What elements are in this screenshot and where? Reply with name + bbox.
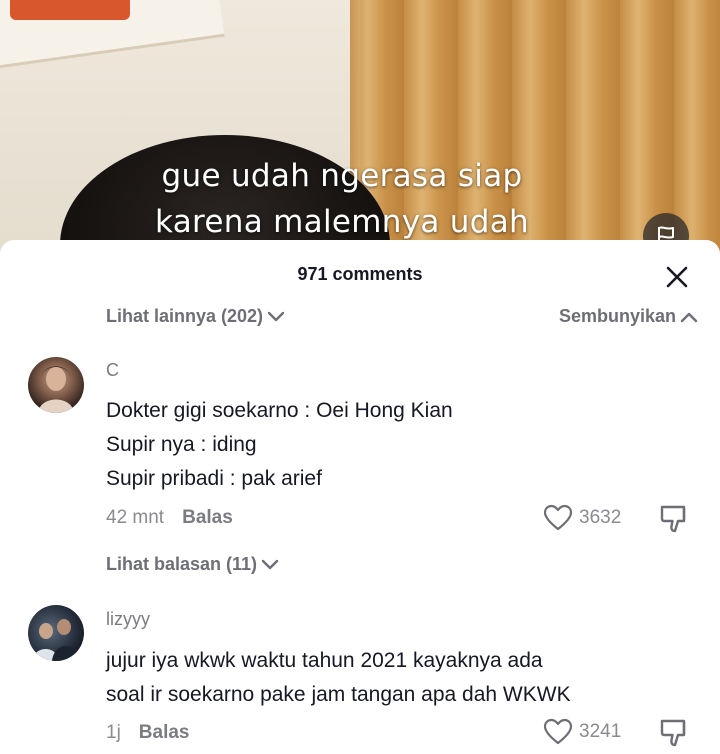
view-replies-link[interactable]: Lihat balasan (11) <box>106 554 279 575</box>
video-banner-red <box>10 0 130 20</box>
avatar[interactable] <box>28 357 84 413</box>
reply-button[interactable]: Balas <box>139 722 190 744</box>
avatar-image <box>32 619 80 661</box>
thumbs-down-icon <box>660 505 686 533</box>
close-icon <box>666 266 688 288</box>
hide-label: Sembunyikan <box>558 306 676 326</box>
comment-text-line: Dokter gigi soekarno : Oei Hong Kian <box>106 399 453 422</box>
like-count: 3241 <box>579 721 622 742</box>
like-count: 3632 <box>579 507 622 528</box>
avatar[interactable] <box>28 605 84 661</box>
dislike-button[interactable] <box>659 503 691 535</box>
like-button[interactable]: 3632 <box>543 504 621 532</box>
hide-comments-link[interactable]: Sembunyikan <box>559 306 698 327</box>
heart-icon <box>543 504 573 531</box>
chevron-down-icon <box>267 311 285 321</box>
view-replies-label: Lihat balasan (11) <box>106 554 258 574</box>
comment-meta: 1j Balas <box>106 722 190 744</box>
comment-time: 1j <box>106 722 121 743</box>
comments-count-title: 971 comments <box>297 264 423 284</box>
video-player[interactable]: gue udah ngerasa siap karena malemnya ud… <box>0 0 720 260</box>
comment-text-line: jujur iya wkwk waktu tahun 2021 kayaknya… <box>106 649 543 672</box>
chevron-down-icon <box>261 559 279 569</box>
heart-icon <box>543 718 573 745</box>
comment-text-line: Supir nya : iding <box>106 433 257 456</box>
close-button[interactable] <box>660 260 694 294</box>
video-caption-line-1: gue udah ngerasa siap <box>161 158 523 194</box>
thumbs-down-icon <box>660 719 686 747</box>
comment-text-line: soal ir soekarno pake jam tangan apa dah… <box>106 683 571 706</box>
comment-meta: 42 mnt Balas <box>106 507 233 529</box>
reply-button[interactable]: Balas <box>182 507 233 529</box>
avatar-image <box>38 366 74 413</box>
comment-text-line: Supir pribadi : pak arief <box>106 467 322 490</box>
see-more-label: Lihat lainnya (202) <box>106 306 264 326</box>
dislike-button[interactable] <box>659 717 691 749</box>
comment-username[interactable]: lizyyy <box>106 609 150 630</box>
like-button[interactable]: 3241 <box>543 718 621 746</box>
video-caption-line-2: karena malemnya udah <box>155 204 529 240</box>
comment-time: 42 mnt <box>106 507 165 528</box>
see-more-comments-link[interactable]: Lihat lainnya (202) <box>106 306 285 327</box>
chevron-up-icon <box>680 312 698 322</box>
comment-username[interactable]: C <box>106 360 119 381</box>
